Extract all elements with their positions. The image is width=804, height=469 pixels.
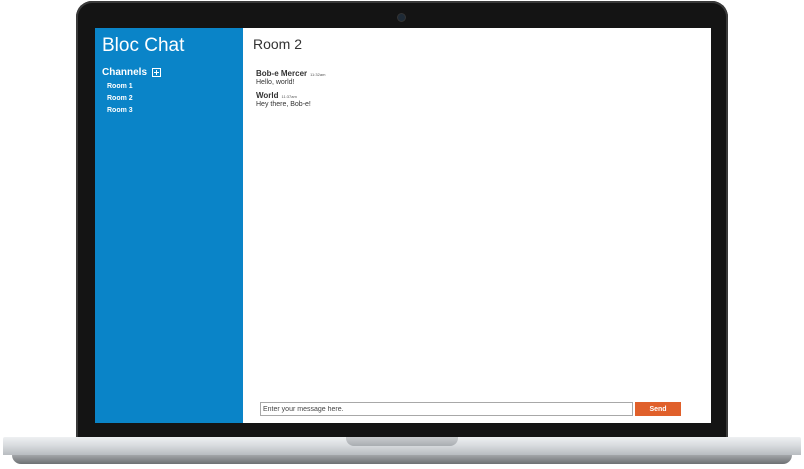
- plus-square-icon[interactable]: [152, 68, 162, 77]
- room-list: Room 1 Room 2 Room 3: [107, 81, 133, 117]
- message-username: World: [256, 91, 279, 100]
- channels-label: Channels: [102, 67, 148, 78]
- message-composer: Send: [260, 402, 681, 416]
- send-button[interactable]: Send: [635, 402, 681, 416]
- camera-icon: [398, 14, 405, 21]
- message-content: Hello, world!: [256, 79, 295, 86]
- message-header: Bob-e Mercer 11:32am: [256, 69, 696, 78]
- message-username: Bob-e Mercer: [256, 69, 308, 78]
- room-item-2[interactable]: Room 2: [107, 93, 133, 105]
- laptop-notch: [346, 437, 458, 446]
- room-item-3[interactable]: Room 3: [107, 105, 133, 117]
- sidebar: Bloc Chat Channels Room 1 Room 2 Room 3: [95, 28, 243, 423]
- message-list: Bob-e Mercer 11:32am Hello, world! World…: [256, 69, 696, 113]
- app-title: Bloc Chat: [102, 35, 185, 56]
- room-title: Room 2: [253, 36, 303, 52]
- channels-header: Channels: [102, 67, 162, 78]
- laptop-base-bottom: [12, 455, 792, 464]
- room-item-1[interactable]: Room 1: [107, 81, 133, 93]
- message-time: 11:32am: [310, 72, 326, 77]
- message-item: Bob-e Mercer 11:32am Hello, world!: [256, 69, 696, 86]
- message-item: World 11:37am Hey there, Bob-e!: [256, 91, 696, 108]
- message-header: World 11:37am: [256, 91, 696, 100]
- app-screen: Bloc Chat Channels Room 1 Room 2 Room 3 …: [95, 28, 711, 423]
- chat-main: Room 2 Bob-e Mercer 11:32am Hello, world…: [243, 28, 711, 423]
- message-content: Hey there, Bob-e!: [256, 101, 311, 108]
- message-input[interactable]: [260, 402, 633, 416]
- message-time: 11:37am: [281, 94, 297, 99]
